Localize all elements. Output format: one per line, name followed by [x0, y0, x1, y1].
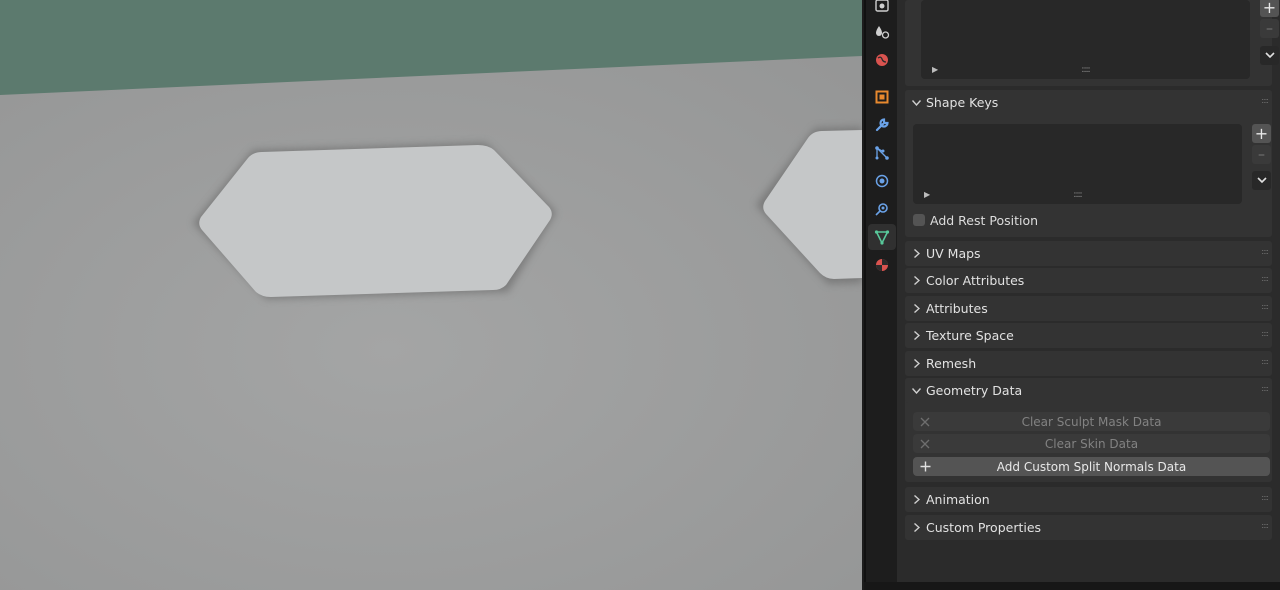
chevron-down-icon	[912, 387, 921, 394]
shape-keys-list[interactable]: ▶ ::::	[913, 124, 1242, 204]
chevron-right-icon	[913, 304, 920, 313]
vertex-groups-subpanel: ▶ :::: + –	[905, 0, 1279, 86]
shape-keys-panel: Shape Keys :::: ▶ :::: + – Add Rest Posi…	[905, 90, 1272, 237]
object-icon	[875, 90, 889, 104]
world-tab[interactable]	[868, 47, 896, 73]
drag-handle-icon[interactable]: ::::	[1261, 97, 1269, 105]
plus-icon	[920, 461, 931, 472]
add-custom-split-normals-data-button[interactable]: Add Custom Split Normals Data	[913, 457, 1270, 476]
material-icon	[876, 259, 888, 271]
remesh-header[interactable]: Remesh ::::	[905, 351, 1272, 376]
camera-icon	[875, 0, 889, 12]
properties-panel: ▶ :::: + – Shape Keys :::: ▶ :::: + – Ad…	[897, 0, 1280, 582]
mesh-data-icon	[874, 230, 890, 245]
geometry-data-header[interactable]: Geometry Data ::::	[905, 378, 1272, 403]
constraints-tab[interactable]	[868, 196, 896, 222]
button-label: Add Custom Split Normals Data	[996, 459, 1187, 474]
object-tab[interactable]	[868, 84, 896, 110]
panel-surface	[0, 56, 862, 590]
geometry-data-title: Geometry Data	[926, 383, 1023, 398]
shape-key-specials-button[interactable]	[1252, 171, 1271, 190]
chevron-right-icon	[913, 249, 920, 258]
modifiers-tab[interactable]	[868, 112, 896, 138]
world-icon	[876, 54, 888, 66]
animation-header[interactable]: Animation ::::	[905, 487, 1272, 512]
add-shape-key-button[interactable]: +	[1252, 124, 1271, 143]
panel-title: Texture Space	[926, 328, 1014, 343]
panel-title: Animation	[926, 492, 990, 507]
constraint-icon	[875, 203, 888, 216]
custom-properties-header[interactable]: Custom Properties ::::	[905, 515, 1272, 540]
vertex-groups-list[interactable]: ▶ ::::	[921, 0, 1250, 79]
clear-skin-data-button[interactable]: Clear Skin Data	[913, 434, 1270, 453]
hex-cutout-left	[199, 145, 552, 297]
add-rest-position-label: Add Rest Position	[930, 212, 1039, 228]
attributes-header[interactable]: Attributes ::::	[905, 296, 1272, 321]
physics-icon	[875, 174, 889, 188]
physics-tab[interactable]	[868, 19, 896, 45]
wrench-icon	[875, 118, 889, 132]
panel-title: UV Maps	[926, 246, 981, 261]
list-resize-grip[interactable]: ::::	[1081, 66, 1090, 75]
add-rest-position-checkbox[interactable]	[913, 214, 925, 226]
3d-viewport[interactable]	[0, 0, 862, 590]
button-label: Clear Sculpt Mask Data	[1021, 414, 1162, 429]
drag-handle-icon[interactable]: ::::	[1261, 275, 1269, 283]
shape-keys-title: Shape Keys	[926, 95, 999, 110]
add-rest-position-row[interactable]: Add Rest Position	[913, 212, 1038, 228]
shape-keys-header[interactable]: Shape Keys ::::	[905, 90, 1272, 115]
panel-title: Attributes	[926, 301, 988, 316]
clear-sculpt-mask-data-button[interactable]: Clear Sculpt Mask Data	[913, 412, 1270, 431]
uv-maps-header[interactable]: UV Maps ::::	[905, 241, 1272, 266]
remove-shape-key-button[interactable]: –	[1252, 145, 1271, 164]
panel-title: Color Attributes	[926, 273, 1025, 288]
play-icon[interactable]: ▶	[924, 190, 930, 199]
vertex-group-specials-button[interactable]	[1260, 46, 1279, 65]
properties-tabs	[864, 0, 899, 590]
button-label: Clear Skin Data	[1044, 436, 1139, 451]
chevron-down-icon	[1264, 52, 1275, 59]
x-icon	[920, 417, 930, 426]
particles-icon	[875, 146, 889, 160]
data-tab[interactable]	[868, 224, 896, 250]
chevron-right-icon	[913, 276, 920, 285]
drag-handle-icon[interactable]: ::::	[1261, 303, 1269, 311]
remove-vertex-group-button[interactable]: –	[1260, 19, 1279, 38]
drag-handle-icon[interactable]: ::::	[1261, 330, 1269, 338]
list-resize-grip[interactable]: ::::	[1073, 191, 1082, 200]
physics2-tab[interactable]	[868, 168, 896, 194]
drag-handle-icon[interactable]: ::::	[1261, 248, 1269, 256]
material-tab[interactable]	[868, 252, 896, 278]
chevron-right-icon	[913, 359, 920, 368]
chevron-right-icon	[913, 331, 920, 340]
drag-handle-icon[interactable]: ::::	[1261, 358, 1269, 366]
drops-icon	[876, 26, 890, 39]
drag-handle-icon[interactable]: ::::	[1261, 522, 1269, 530]
chevron-down-icon	[912, 99, 921, 106]
particles-tab[interactable]	[868, 140, 896, 166]
panel-title: Remesh	[926, 356, 977, 371]
color-attributes-header[interactable]: Color Attributes ::::	[905, 268, 1272, 293]
add-vertex-group-button[interactable]: +	[1260, 0, 1279, 17]
chevron-down-icon	[1256, 177, 1267, 184]
editor-border	[864, 582, 1280, 590]
play-icon[interactable]: ▶	[932, 65, 938, 74]
x-icon	[920, 439, 930, 448]
render-tab[interactable]	[868, 0, 896, 18]
chevron-right-icon	[913, 495, 920, 504]
viewport-scene	[0, 0, 862, 590]
texture-space-header[interactable]: Texture Space ::::	[905, 323, 1272, 348]
chevron-right-icon	[913, 523, 920, 532]
drag-handle-icon[interactable]: ::::	[1261, 385, 1269, 393]
panel-title: Custom Properties	[926, 520, 1042, 535]
drag-handle-icon[interactable]: ::::	[1261, 494, 1269, 502]
